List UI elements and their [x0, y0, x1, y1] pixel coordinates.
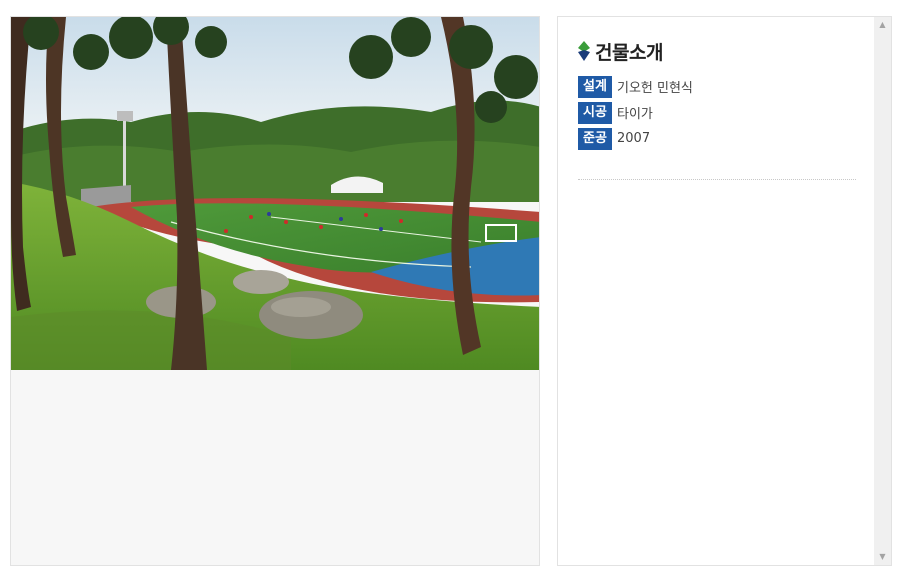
spec-row-construction: 시공 타이가	[578, 101, 693, 124]
diamond-bullet-icon	[578, 41, 590, 61]
spec-value-construction: 타이가	[617, 107, 653, 122]
scroll-down-arrow-icon[interactable]: ▼	[874, 549, 891, 565]
spec-row-design: 설계 기오헌 민현식	[578, 75, 693, 98]
building-info-panel: 건물소개 설계 기오헌 민현식 시공 타이가 준공 2007 ▲ ▼	[557, 16, 892, 566]
spec-label-completion: 준공	[578, 127, 612, 150]
vertical-scrollbar[interactable]: ▲ ▼	[874, 17, 891, 565]
photo-panel	[10, 16, 540, 566]
scroll-up-arrow-icon[interactable]: ▲	[874, 17, 891, 33]
spec-label-design: 설계	[578, 75, 612, 98]
section-title: 건물소개	[595, 41, 663, 64]
spec-list: 설계 기오헌 민현식 시공 타이가 준공 2007	[578, 75, 693, 153]
section-header: 건물소개	[578, 39, 663, 64]
spec-value-completion: 2007	[617, 131, 651, 146]
dotted-divider	[578, 179, 856, 180]
spec-label-construction: 시공	[578, 101, 612, 124]
building-photo	[11, 17, 539, 370]
spec-value-design: 기오헌 민현식	[617, 81, 693, 96]
spec-row-completion: 준공 2007	[578, 127, 693, 150]
